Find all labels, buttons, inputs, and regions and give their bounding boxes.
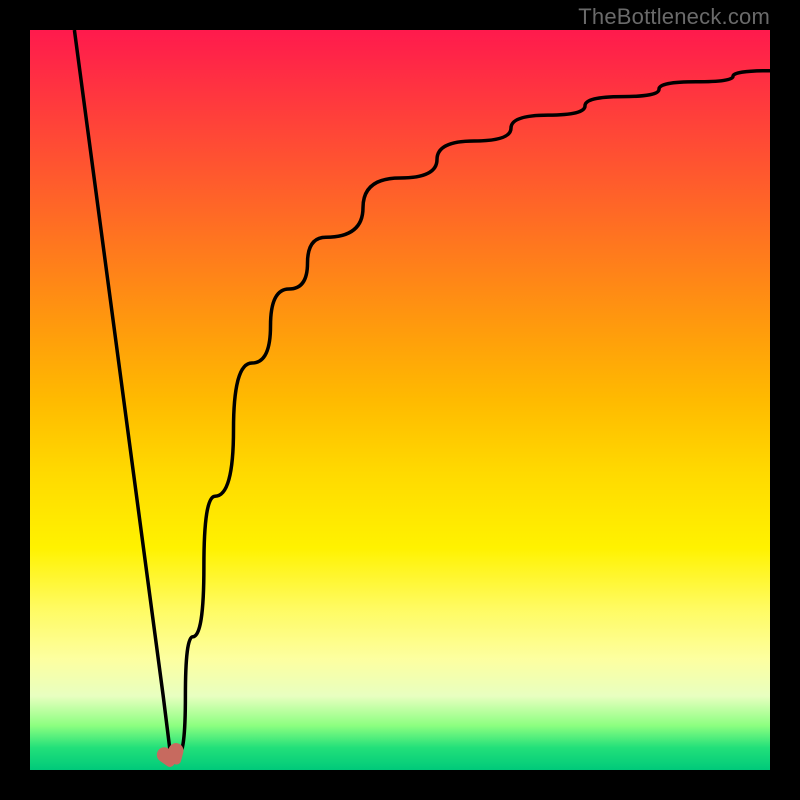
chart-frame: TheBottleneck.com (0, 0, 800, 800)
left-branch-curve (74, 30, 170, 755)
heart-icon (165, 742, 185, 766)
right-branch-curve (178, 71, 770, 756)
attribution-text: TheBottleneck.com (578, 4, 770, 30)
curve-svg (30, 30, 770, 770)
plot-area (30, 30, 770, 770)
